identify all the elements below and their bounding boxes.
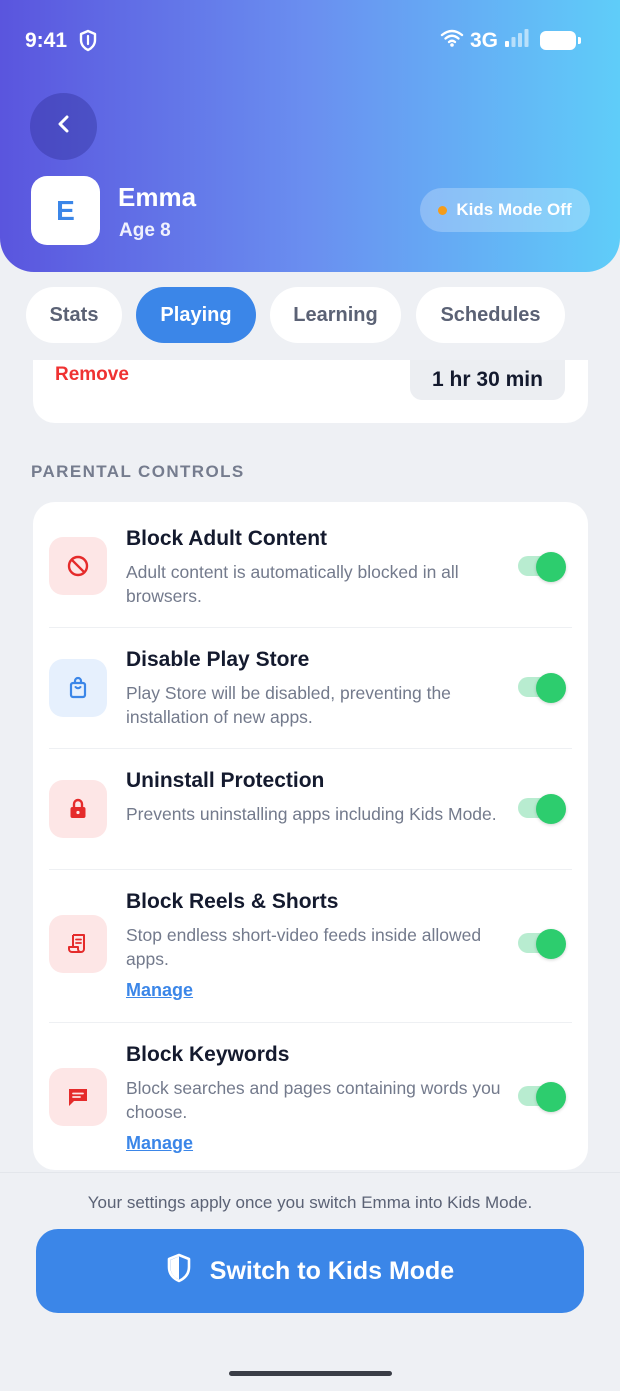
duration-value[interactable]: 1 hr 30 min xyxy=(410,360,565,400)
parental-controls-card: Block Adult Content Adult content is aut… xyxy=(33,502,588,1170)
control-row-uninstall-protection: Uninstall Protection Prevents uninstalli… xyxy=(33,749,588,869)
control-title: Block Adult Content xyxy=(126,527,328,550)
control-row-play-store: Disable Play Store Play Store will be di… xyxy=(33,628,588,748)
control-row-adult-content: Block Adult Content Adult content is aut… xyxy=(33,502,588,627)
remove-limit-button[interactable]: Remove xyxy=(55,364,129,386)
toggle-knob xyxy=(536,552,566,582)
control-row-keywords: Block Keywords Block searches and pages … xyxy=(33,1023,588,1170)
tab-schedules[interactable]: Schedules xyxy=(416,287,565,343)
block-icon xyxy=(49,537,107,595)
control-title: Disable Play Store xyxy=(126,648,310,671)
lock-icon xyxy=(49,780,107,838)
control-description: Prevents uninstalling apps including Kid… xyxy=(126,804,497,824)
toggle-knob xyxy=(536,929,566,959)
kids-mode-status-label: Kids Mode Off xyxy=(456,200,572,219)
avatar: E xyxy=(31,176,100,245)
status-time: 9:41 xyxy=(25,29,68,52)
toggle-knob xyxy=(536,794,566,824)
reels-shorts-toggle[interactable] xyxy=(518,929,568,959)
control-description: Block searches and pages containing word… xyxy=(126,1078,501,1122)
shield-icon xyxy=(166,1253,192,1290)
child-name: Emma xyxy=(118,182,197,212)
control-description: Play Store will be disabled, preventing … xyxy=(126,683,451,727)
battery-icon xyxy=(540,31,581,50)
child-age: Age 8 xyxy=(119,220,171,241)
shield-status-icon xyxy=(78,29,98,57)
footer-note: Your settings apply once you switch Emma… xyxy=(87,1193,533,1212)
status-indicators: 3G xyxy=(440,28,581,53)
wifi-icon xyxy=(440,29,464,52)
switch-to-kids-mode-button[interactable]: Switch to Kids Mode xyxy=(36,1229,584,1313)
home-indicator xyxy=(229,1371,392,1376)
tab-bar: Stats Playing Learning Schedules xyxy=(0,287,620,343)
bottom-action-panel: Your settings apply once you switch Emma… xyxy=(0,1172,620,1391)
switch-to-kids-mode-label: Switch to Kids Mode xyxy=(209,1256,455,1285)
section-title: PARENTAL CONTROLS xyxy=(31,462,245,481)
toggle-knob xyxy=(536,673,566,703)
chevron-left-icon xyxy=(55,114,73,139)
control-row-reels-shorts: Block Reels & Shorts Stop endless short-… xyxy=(33,870,588,1022)
signal-icon xyxy=(504,28,530,53)
control-description: Adult content is automatically blocked i… xyxy=(126,562,459,606)
profile-header: 9:41 3G E Emma Age 8 Kids Mode Off xyxy=(0,0,620,272)
time-limit-card: Remove 1 hr 30 min xyxy=(33,360,588,423)
scroll-icon xyxy=(49,915,107,973)
manage-reels-link[interactable]: Manage xyxy=(126,980,193,1001)
toggle-knob xyxy=(536,1082,566,1112)
tab-stats[interactable]: Stats xyxy=(26,287,122,343)
tab-learning[interactable]: Learning xyxy=(270,287,401,343)
status-dot xyxy=(438,205,448,215)
tab-playing[interactable]: Playing xyxy=(136,287,256,343)
adult-content-toggle[interactable] xyxy=(518,552,568,582)
keywords-toggle[interactable] xyxy=(518,1082,568,1112)
play-store-toggle[interactable] xyxy=(518,673,568,703)
control-title: Block Reels & Shorts xyxy=(126,890,339,913)
uninstall-protection-toggle[interactable] xyxy=(518,794,568,824)
back-button[interactable] xyxy=(30,93,97,160)
manage-keywords-link[interactable]: Manage xyxy=(126,1133,193,1154)
message-icon xyxy=(49,1068,107,1126)
control-description: Stop endless short-video feeds inside al… xyxy=(126,925,482,969)
network-label: 3G xyxy=(469,28,498,52)
control-title: Uninstall Protection xyxy=(126,769,325,792)
control-title: Block Keywords xyxy=(126,1043,290,1066)
shopping-bag-icon xyxy=(49,659,107,717)
kids-mode-status-badge: Kids Mode Off xyxy=(420,188,590,232)
